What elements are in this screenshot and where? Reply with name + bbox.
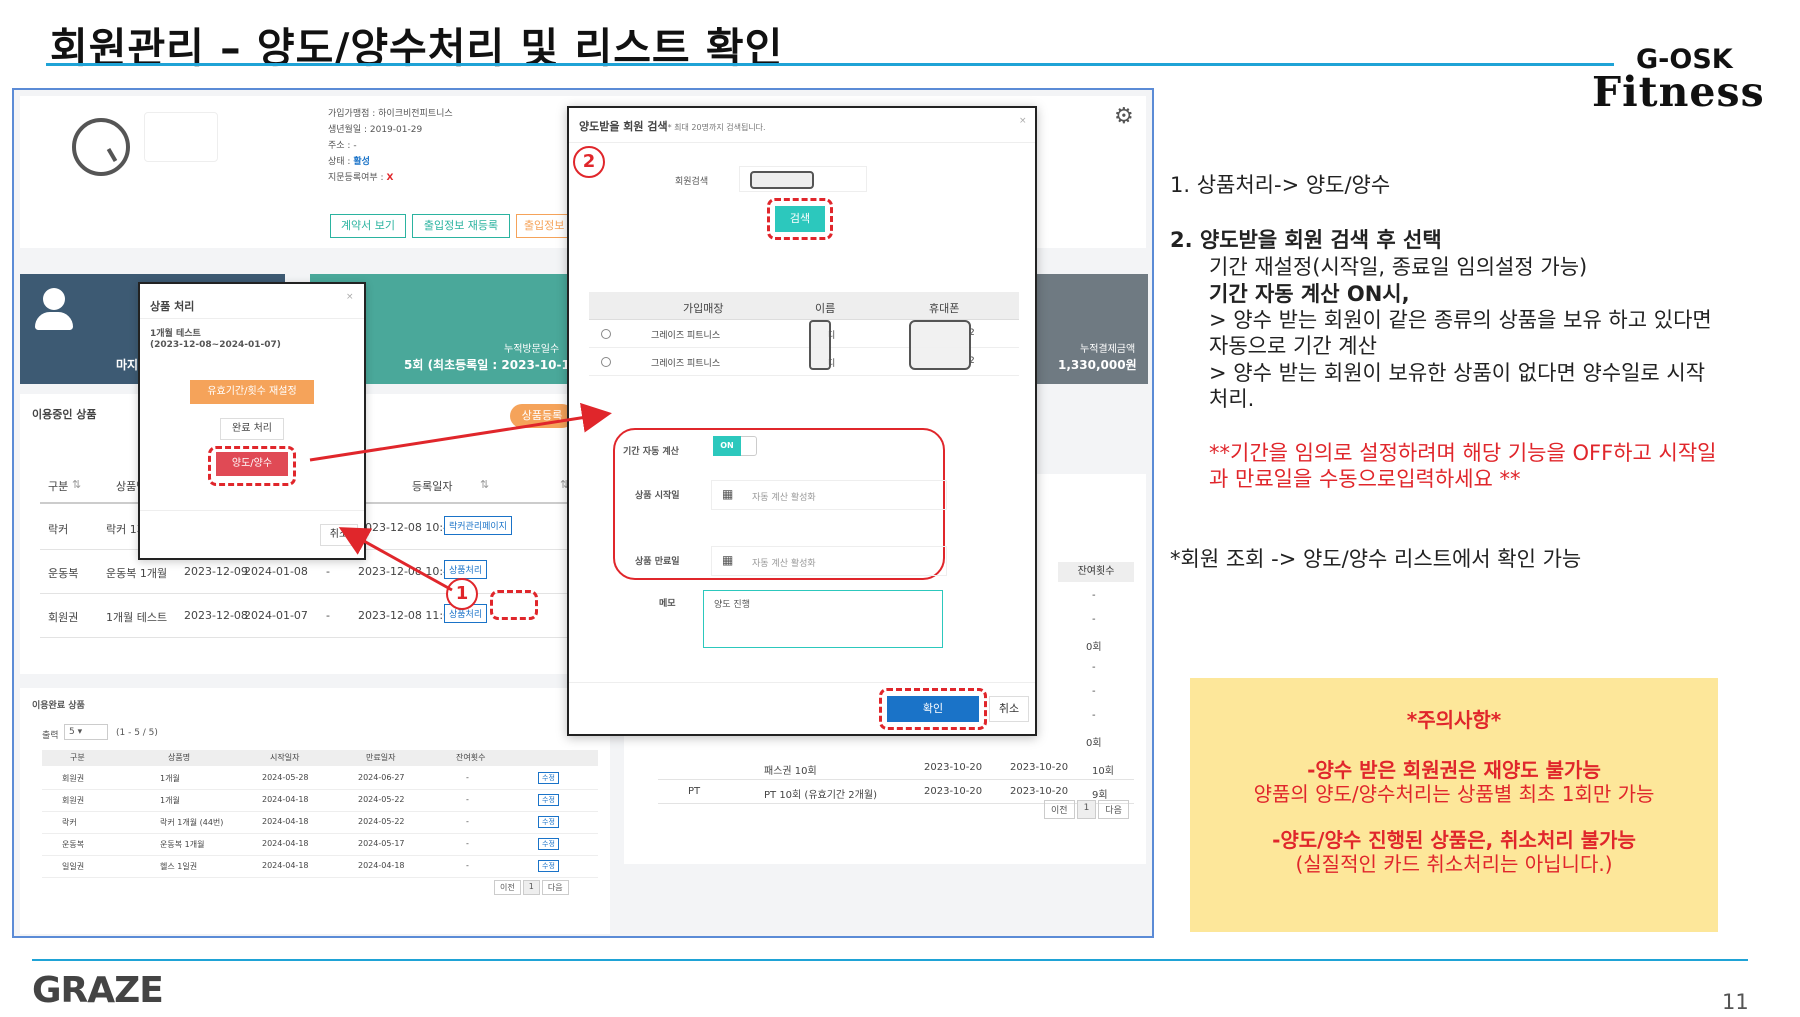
notice-line2: 양품의 양도/양수처리는 상품별 최초 1회만 가능 bbox=[1253, 782, 1655, 806]
warning-line1: **기간을 임의로 설정하려며 해당 기능을 OFF하고 시작일 bbox=[1209, 441, 1717, 465]
instruction-line3: > 양수 받는 회원이 같은 종류의 상품을 보유 하고 있다면 bbox=[1209, 308, 1712, 332]
page-number: 11 bbox=[1722, 990, 1749, 1014]
instruction-line4: 자동으로 기간 계산 bbox=[1209, 334, 1377, 358]
instruction-line6: 처리. bbox=[1209, 387, 1255, 411]
instruction-note: *회원 조회 -> 양도/양수 리스트에서 확인 가능 bbox=[1170, 547, 1582, 571]
notice-line1: -양수 받은 회원권은 재양도 불가능 bbox=[1307, 758, 1601, 782]
instruction-step1: 1. 상품처리-> 양도/양수 bbox=[1170, 173, 1391, 197]
instruction-line2: 기간 자동 계산 ON시, bbox=[1209, 282, 1410, 306]
warning-line2: 과 만료일을 수동으로입력하세요 ** bbox=[1209, 467, 1521, 491]
instruction-step2: 2. 양도받을 회원 검색 후 선택 bbox=[1170, 228, 1442, 252]
footer-line bbox=[32, 959, 1748, 961]
notice-title: *주의사항* bbox=[1406, 708, 1502, 732]
brand-fitness: Fitness bbox=[1592, 68, 1765, 116]
notice-line3: -양도/양수 진행된 상품은, 취소처리 불가능 bbox=[1272, 828, 1636, 852]
app-screenshot: 가입가맹점 : 하이크비전피트니스 생년월일 : 2019-01-29 주소 :… bbox=[12, 88, 1154, 938]
notice-box: *주의사항* -양수 받은 회원권은 재양도 불가능 양품의 양도/양수처리는 … bbox=[1190, 678, 1718, 932]
footer-logo: GRAZE bbox=[32, 970, 164, 1011]
notice-line4: (실질적인 카드 취소처리는 아닙니다.) bbox=[1295, 852, 1613, 876]
instruction-line5: > 양수 받는 회원이 보유한 상품이 없다면 양수일로 시작 bbox=[1209, 361, 1706, 385]
instruction-line1: 기간 재설정(시작일, 종료일 임의설정 가능) bbox=[1209, 255, 1588, 279]
arrows-overlay bbox=[309, 402, 612, 592]
title-underline bbox=[46, 63, 1614, 66]
